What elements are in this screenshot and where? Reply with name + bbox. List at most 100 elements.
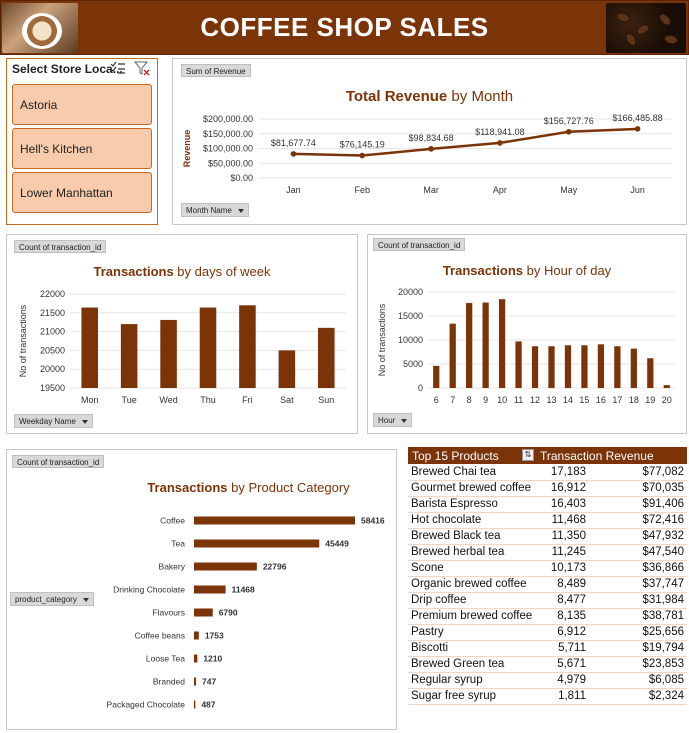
table-header: Top 15 Products ⇅ Transaction Revenue (408, 447, 687, 464)
bar (614, 346, 621, 388)
revenue-chart-title: Total Revenue by Month (172, 88, 687, 105)
page-title: COFFEE SHOP SALES (200, 12, 489, 42)
category-label: Flavours (152, 608, 185, 618)
bar (515, 341, 522, 388)
revenue-field-pill[interactable]: Sum of Revenue (181, 64, 251, 77)
table-header-revenue: Transaction Revenue (540, 449, 654, 463)
revenue-cell: $77,082 (642, 466, 684, 478)
category-field-pill[interactable]: Count of transaction_id (12, 455, 105, 468)
table-row: Biscotti 5,711 $19,794 (408, 641, 687, 657)
category-label: Tea (171, 539, 185, 549)
table-row: Drip coffee 8,477 $31,984 (408, 593, 687, 609)
x-tick-label: 19 (645, 395, 655, 405)
category-filter-label: product_category (15, 595, 77, 604)
revenue-cell: $19,794 (642, 642, 684, 654)
table-header-products[interactable]: Top 15 Products (412, 449, 499, 463)
clear-filter-icon[interactable] (133, 61, 150, 81)
table-row: Gourmet brewed coffee 16,912 $70,035 (408, 481, 687, 497)
bar (581, 345, 588, 388)
revenue-cell: $70,035 (642, 482, 684, 494)
hour-filter-button[interactable]: Hour (373, 413, 413, 427)
revenue-cell: $38,781 (642, 610, 684, 622)
bar (194, 631, 199, 640)
x-tick-label: 7 (450, 395, 455, 405)
product-name-cell: Premium brewed coffee (411, 610, 533, 622)
y-tick-label: 20000 (398, 287, 423, 297)
slicer-item-lower-manhattan[interactable]: Lower Manhattan (12, 172, 152, 213)
bar (194, 608, 213, 617)
weekday-title-bold: Transactions (93, 264, 174, 279)
transaction-count-cell: 8,477 (557, 594, 586, 606)
y-tick-label: 15000 (398, 311, 423, 321)
bar (81, 307, 98, 388)
data-label: $98,834.68 (409, 133, 454, 143)
y-tick-label: 5000 (403, 359, 423, 369)
data-label: 45449 (325, 539, 349, 549)
bar (647, 358, 654, 388)
table-row: Scone 10,173 $36,866 (408, 561, 687, 577)
product-name-cell: Regular syrup (411, 674, 483, 686)
x-tick-label: Fri (242, 395, 253, 405)
weekday-field-pill[interactable]: Count of transaction_id (14, 240, 107, 253)
y-tick-label: 0 (418, 383, 423, 393)
x-tick-label: Tue (122, 395, 137, 405)
y-tick-label: 19500 (40, 383, 65, 393)
slicer-title: Select Store Loca... (12, 62, 123, 76)
x-tick-label: 14 (563, 395, 573, 405)
x-tick-label: Mon (81, 395, 99, 405)
data-label: $118,941.08 (475, 127, 524, 137)
table-row: Barista Espresso 16,403 $91,406 (408, 497, 687, 513)
weekday-filter-button[interactable]: Weekday Name (14, 414, 93, 428)
x-tick-label: Wed (159, 395, 177, 405)
multi-select-icon-svg (110, 61, 125, 74)
bar (160, 319, 177, 388)
bar (278, 350, 296, 388)
revenue-cell: $2,324 (648, 690, 684, 702)
transaction-count-cell: 17,183 (550, 466, 586, 478)
y-tick-label: 21500 (40, 308, 65, 318)
product-name-cell: Sugar free syrup (411, 690, 497, 702)
weekday-bar-chart: 19500 20000 20500 21000 21500 22000 No of tran… (18, 289, 346, 405)
product-name-cell: Organic brewed coffee (411, 578, 527, 590)
transaction-count-cell: 6,912 (557, 626, 586, 638)
transaction-count-cell: 5,671 (557, 658, 586, 670)
y-tick-label: 21000 (40, 327, 65, 337)
hour-field-pill[interactable]: Count of transaction_id (373, 238, 466, 251)
slicer-item-astoria[interactable]: Astoria (12, 84, 152, 125)
y-tick-label: 10000 (398, 335, 423, 345)
bar (531, 346, 539, 388)
month-filter-button[interactable]: Month Name (181, 203, 249, 217)
bar (239, 305, 256, 388)
bar (498, 299, 506, 388)
x-tick-label: Feb (354, 185, 370, 195)
x-tick-label: 18 (629, 395, 639, 405)
y-tick-label: $50,000.00 (208, 158, 253, 168)
bar (194, 700, 196, 709)
data-label: 22796 (263, 562, 287, 572)
sort-filter-icon[interactable]: ⇅ (522, 449, 534, 461)
transaction-count-cell: 16,912 (550, 482, 586, 494)
bar (120, 324, 138, 388)
multi-select-icon[interactable] (110, 61, 126, 80)
bar (564, 345, 572, 388)
transaction-count-cell: 8,135 (557, 610, 586, 622)
dropdown-arrow-icon (401, 418, 408, 423)
data-label: $156,727.76 (544, 116, 594, 126)
category-label: Bakery (159, 562, 186, 572)
data-point (428, 146, 434, 152)
x-tick-label: 9 (483, 395, 488, 405)
product-name-cell: Pastry (411, 626, 444, 638)
slicer-item-hells-kitchen[interactable]: Hell's Kitchen (12, 128, 152, 169)
data-label: 487 (201, 700, 215, 710)
product-name-cell: Scone (411, 562, 444, 574)
table-row: Premium brewed coffee 8,135 $38,781 (408, 609, 687, 625)
category-filter-button[interactable]: product_category (10, 592, 94, 606)
bar (194, 677, 197, 686)
weekday-title-rest: by days of week (173, 264, 271, 279)
data-label: 11468 (232, 585, 255, 595)
category-title-rest: by Product Category (227, 480, 350, 495)
category-chart-title: Transactions by Product Category (100, 480, 397, 495)
bar (482, 302, 489, 388)
bar (194, 562, 257, 571)
category-title-bold: Transactions (147, 480, 228, 495)
